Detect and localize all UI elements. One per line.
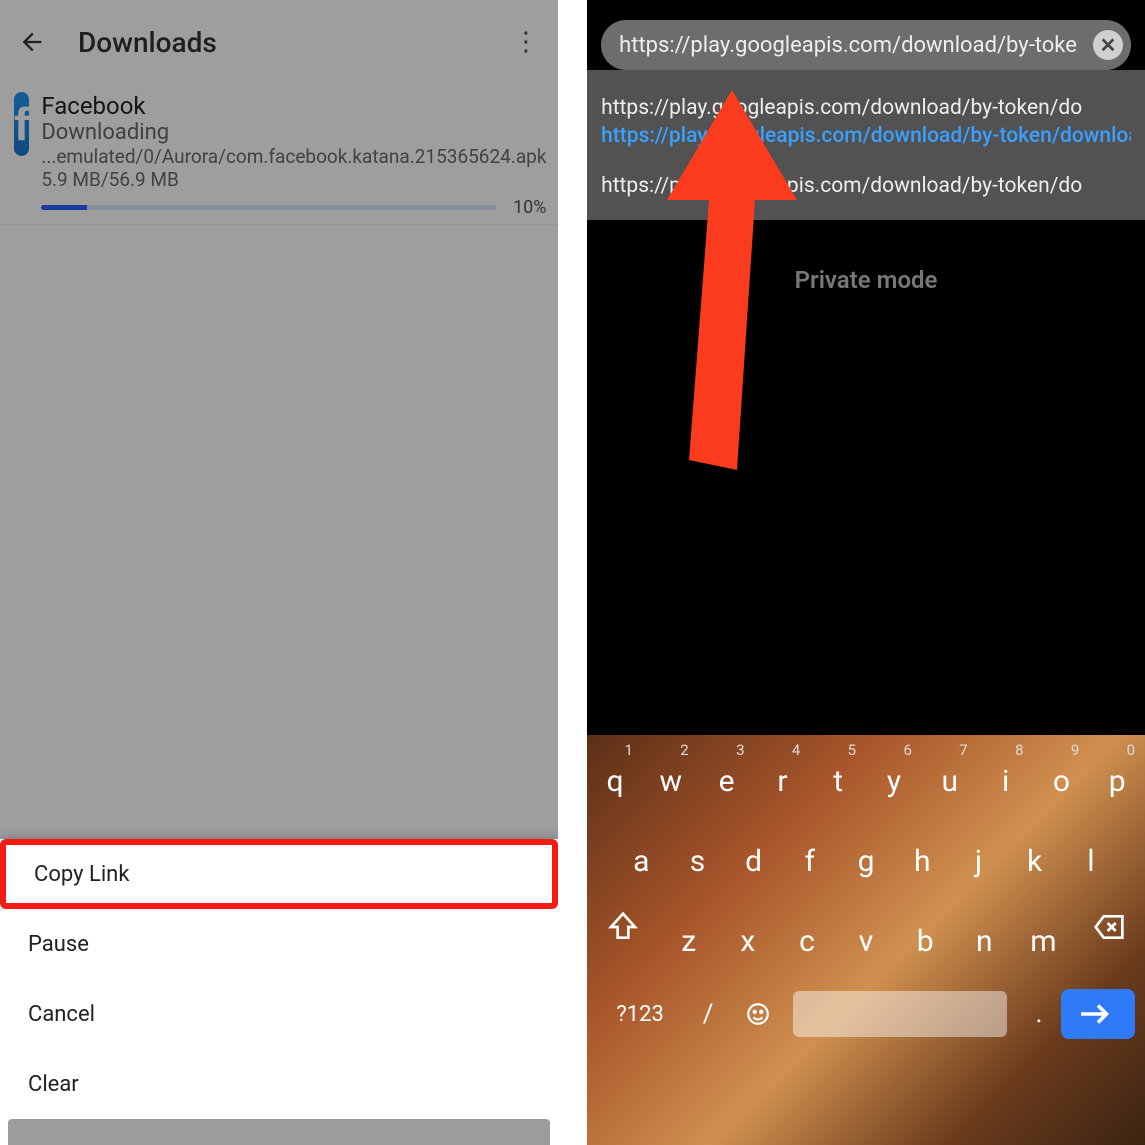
keyboard-row-1: 1q 2w 3e 4r 5t 6y 7u 8i 9o 0p xyxy=(587,735,1145,815)
emoji-key[interactable] xyxy=(733,986,783,1042)
key-c[interactable]: c xyxy=(777,895,836,975)
key-l[interactable]: l xyxy=(1063,815,1119,895)
bottom-sheet: Copy Link Pause Cancel Clear xyxy=(0,839,558,1145)
key-x[interactable]: x xyxy=(718,895,777,975)
download-item[interactable]: f Facebook Downloading ...emulated/0/Aur… xyxy=(0,84,558,225)
download-path: ...emulated/0/Aurora/com.facebook.katana… xyxy=(41,145,546,168)
key-k[interactable]: k xyxy=(1007,815,1063,895)
cancel-label: Cancel xyxy=(28,1002,95,1027)
pause-label: Pause xyxy=(28,932,89,957)
keyboard: 1q 2w 3e 4r 5t 6y 7u 8i 9o 0p a s d f g … xyxy=(587,735,1145,1145)
key-r[interactable]: 4r xyxy=(755,735,811,815)
app-icon-facebook: f xyxy=(14,92,29,156)
shift-key[interactable] xyxy=(587,895,659,975)
copy-link-label: Copy Link xyxy=(34,862,129,887)
key-f[interactable]: f xyxy=(782,815,838,895)
key-q[interactable]: 1q xyxy=(587,735,643,815)
key-u[interactable]: 7u xyxy=(922,735,978,815)
cancel-option[interactable]: Cancel xyxy=(0,979,558,1049)
key-e[interactable]: 3e xyxy=(699,735,755,815)
key-y[interactable]: 6y xyxy=(866,735,922,815)
page-title: Downloads xyxy=(78,26,504,59)
address-bar[interactable]: https://play.googleapis.com/download/by-… xyxy=(601,20,1131,70)
key-w[interactable]: 2w xyxy=(643,735,699,815)
download-size: 5.9 MB/56.9 MB xyxy=(41,168,546,191)
clear-option[interactable]: Clear xyxy=(0,1049,558,1119)
progress-percent: 10% xyxy=(506,197,546,218)
address-bar-text[interactable]: https://play.googleapis.com/download/by-… xyxy=(619,33,1093,58)
key-a[interactable]: a xyxy=(613,815,669,895)
symbols-key[interactable]: ?123 xyxy=(597,986,683,1042)
key-i[interactable]: 8i xyxy=(978,735,1034,815)
suggestion-item[interactable]: https://play.googleapis.com/download/by-… xyxy=(601,96,1131,120)
key-d[interactable]: d xyxy=(726,815,782,895)
backspace-key[interactable] xyxy=(1073,895,1145,975)
key-b[interactable]: b xyxy=(896,895,955,975)
key-v[interactable]: v xyxy=(837,895,896,975)
key-n[interactable]: n xyxy=(955,895,1014,975)
key-z[interactable]: z xyxy=(659,895,718,975)
clear-icon[interactable]: ✕ xyxy=(1093,30,1123,60)
left-screenshot: Downloads ⋮ f Facebook Downloading ...em… xyxy=(0,0,558,1145)
keyboard-row-2: a s d f g h j k l xyxy=(587,815,1145,895)
slash-key[interactable]: / xyxy=(683,986,733,1042)
suggestion-item-highlighted[interactable]: https://play.googleapis.com/download/by-… xyxy=(601,124,1131,148)
private-mode-label: Private mode xyxy=(587,266,1145,294)
download-status: Downloading xyxy=(41,120,546,145)
download-name: Facebook xyxy=(41,92,546,120)
key-p[interactable]: 0p xyxy=(1089,735,1145,815)
key-m[interactable]: m xyxy=(1014,895,1073,975)
key-t[interactable]: 5t xyxy=(810,735,866,815)
go-key[interactable] xyxy=(1061,989,1135,1039)
key-s[interactable]: s xyxy=(669,815,725,895)
key-j[interactable]: j xyxy=(950,815,1006,895)
space-key[interactable] xyxy=(793,991,1007,1037)
appbar: Downloads ⋮ xyxy=(0,0,558,84)
pause-option[interactable]: Pause xyxy=(0,909,558,979)
back-icon[interactable] xyxy=(10,20,54,64)
key-g[interactable]: g xyxy=(838,815,894,895)
right-screenshot: https://play.googleapis.com/download/by-… xyxy=(587,0,1145,1145)
more-icon[interactable]: ⋮ xyxy=(504,20,548,64)
copy-link-option[interactable]: Copy Link xyxy=(0,839,558,909)
keyboard-row-3: z x c v b n m xyxy=(587,895,1145,975)
key-o[interactable]: 9o xyxy=(1034,735,1090,815)
clear-label: Clear xyxy=(28,1072,79,1097)
period-key[interactable]: . xyxy=(1017,986,1061,1042)
suggestion-item[interactable]: https://play.googleapis.com/download/by-… xyxy=(601,174,1131,198)
keyboard-row-4: ?123 / . xyxy=(587,975,1145,1053)
progress-bar xyxy=(41,205,496,210)
suggestions-panel: https://play.googleapis.com/download/by-… xyxy=(587,70,1145,220)
nav-bar-stub xyxy=(8,1119,550,1145)
key-h[interactable]: h xyxy=(894,815,950,895)
